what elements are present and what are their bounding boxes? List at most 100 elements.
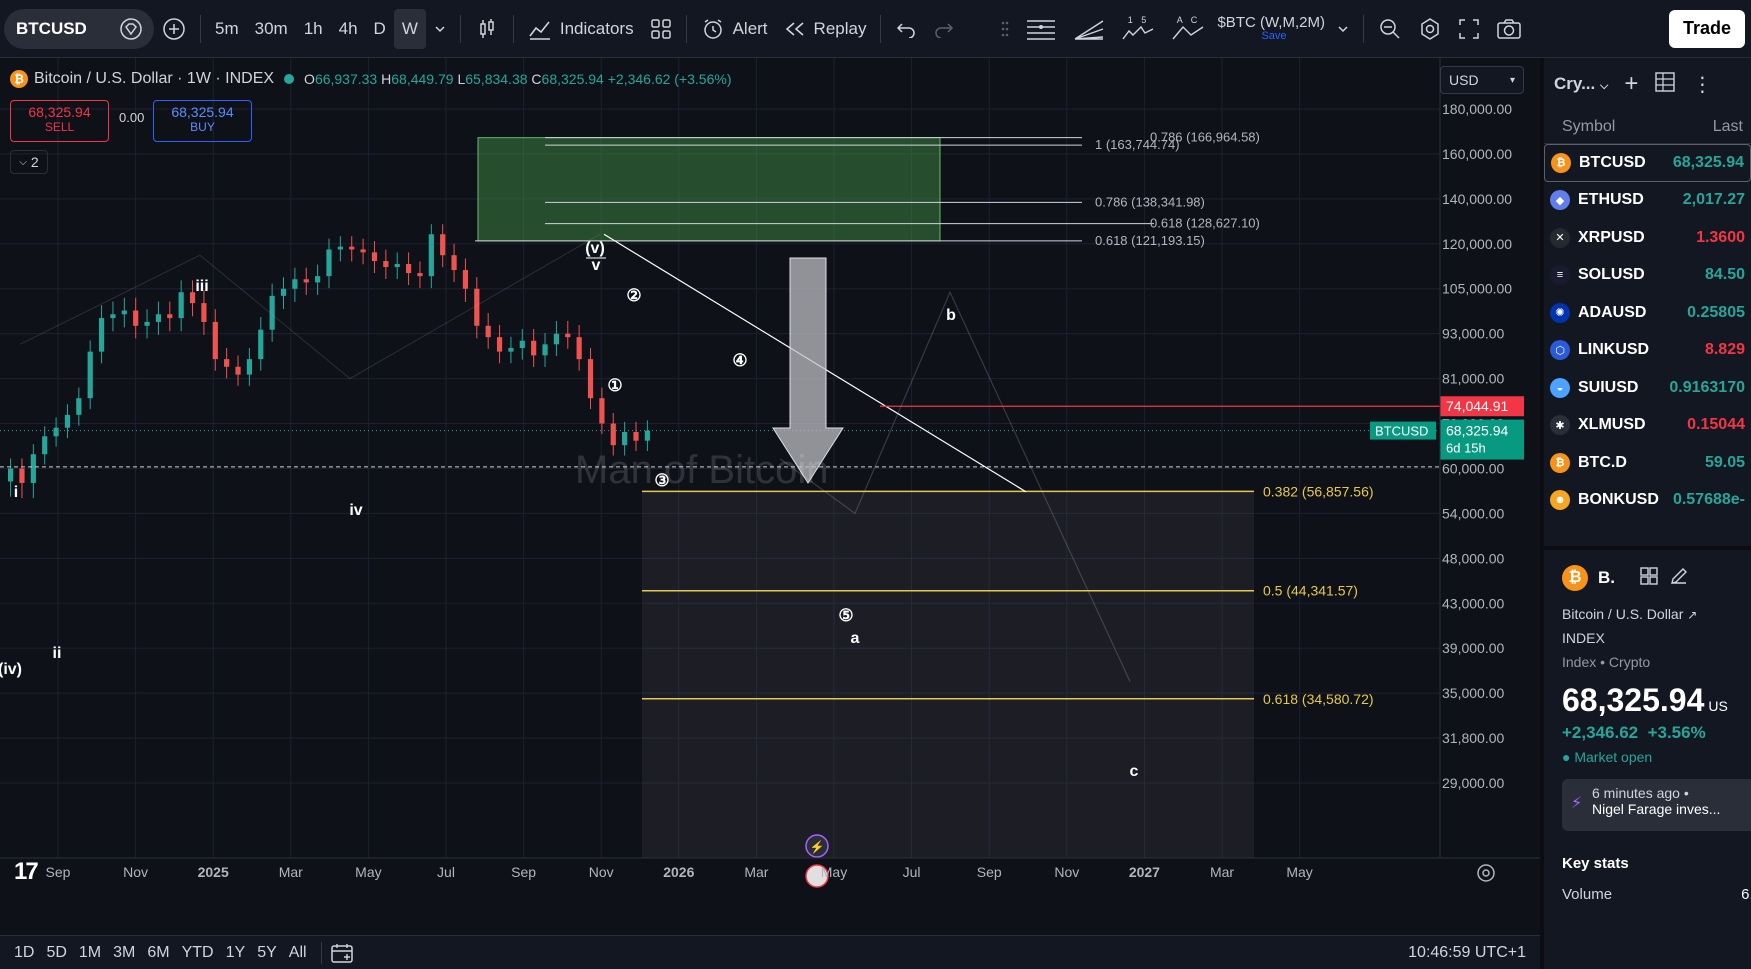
timeframe-5m[interactable]: 5m [207, 9, 247, 49]
candle-body[interactable] [155, 314, 162, 322]
candle-body[interactable] [53, 427, 59, 437]
horizontal-lines-icon[interactable] [1017, 9, 1065, 49]
candle-body[interactable] [326, 249, 332, 277]
redo-icon[interactable] [925, 9, 963, 49]
watchlist-row-solusd[interactable]: ≡ SOLUSD 84.50 [1544, 257, 1751, 295]
fib-retracement-zone[interactable] [642, 491, 1254, 858]
candle-body[interactable] [201, 303, 207, 322]
candle-body[interactable] [235, 366, 241, 375]
indicator-collapse-button[interactable]: ⌵ 2 [10, 150, 48, 174]
undo-icon[interactable] [887, 9, 925, 49]
compare-add-icon[interactable] [154, 9, 194, 49]
date-range-icon[interactable] [330, 942, 354, 964]
candle-body[interactable] [531, 340, 537, 356]
watchlist-row-btcusd[interactable]: ₿ BTCUSD 68,325.94 [1544, 144, 1751, 182]
timeframe-4h[interactable]: 4h [331, 9, 366, 49]
buy-button[interactable]: 68,325.94 BUY [153, 100, 252, 142]
range-all[interactable]: All [283, 944, 313, 962]
table-layout-icon[interactable] [1654, 71, 1676, 98]
candle-body[interactable] [212, 321, 218, 360]
candle-body[interactable] [337, 246, 343, 250]
watchlist-row-suiusd[interactable]: ◒ SUIUSD 0.9163170 [1544, 369, 1751, 407]
col-symbol[interactable]: Symbol [1562, 118, 1615, 136]
watchlist-row-btcd[interactable]: ₿ BTC.D 59.05 [1544, 444, 1751, 482]
more-menu-icon[interactable]: ⋮ [1692, 72, 1712, 97]
wave-history-path[interactable] [19, 233, 601, 380]
candle-body[interactable] [428, 234, 434, 277]
candle-body[interactable] [360, 249, 366, 253]
layout-save-button[interactable]: $BTC (W,M,2M) Save [1213, 9, 1329, 49]
candle-body[interactable] [30, 454, 36, 483]
add-symbol-icon[interactable]: + [1624, 70, 1638, 98]
candle-body[interactable] [587, 359, 594, 399]
candle-body[interactable] [315, 276, 321, 283]
candle-body[interactable] [383, 261, 389, 268]
watchlist-title[interactable]: Cry... ⌵ [1554, 74, 1608, 94]
price-chart[interactable]: 1 (163,744.74)0.786 (166,964.58)0.786 (1… [0, 58, 1540, 900]
range-1d[interactable]: 1D [8, 944, 40, 962]
settings-gear-icon[interactable] [1410, 9, 1450, 49]
candle-body[interactable] [19, 468, 25, 483]
candle-body[interactable] [42, 436, 48, 455]
external-link-icon[interactable]: ↗ [1687, 608, 1697, 622]
fib-fan-icon[interactable] [1065, 9, 1113, 49]
candle-body[interactable] [144, 321, 150, 326]
replay-button[interactable]: Replay [776, 9, 875, 49]
candle-body[interactable] [349, 246, 355, 250]
candle-body[interactable] [133, 310, 139, 326]
candle-body[interactable] [622, 431, 628, 446]
edit-icon[interactable] [1669, 566, 1689, 591]
candle-body[interactable] [565, 333, 571, 338]
candle-body[interactable] [371, 252, 378, 262]
range-1y[interactable]: 1Y [220, 944, 252, 962]
watchlist-row-bonkusd[interactable]: ☻ BONKUSD 0.57688e- [1544, 482, 1751, 520]
elliott-impulse-icon[interactable]: 1 5 [1113, 9, 1163, 49]
grid-icon[interactable] [1639, 566, 1659, 591]
candle-body[interactable] [496, 337, 503, 352]
candle-body[interactable] [64, 414, 71, 428]
candle-body[interactable] [303, 279, 309, 283]
clock-timezone[interactable]: 10:46:59 UTC+1 [1408, 944, 1526, 962]
watchlist-row-adausd[interactable]: ✺ ADAUSD 0.25805 [1544, 294, 1751, 332]
candle-body[interactable] [167, 314, 173, 319]
watchlist-row-xrpusd[interactable]: ✕ XRPUSD 1.3600 [1544, 219, 1751, 257]
range-1m[interactable]: 1M [73, 944, 107, 962]
camera-icon[interactable] [1488, 9, 1530, 49]
candle-body[interactable] [451, 255, 457, 271]
candle-body[interactable] [178, 292, 184, 319]
candle-body[interactable] [246, 359, 252, 375]
elliott-correction-icon[interactable]: A C [1163, 9, 1213, 49]
candle-body[interactable] [485, 325, 491, 338]
candle-body[interactable] [121, 310, 127, 315]
fib-target-zone[interactable] [477, 137, 941, 242]
alert-button[interactable]: Alert [693, 9, 776, 49]
currency-select[interactable]: USD ▾ [1440, 66, 1524, 94]
candle-body[interactable] [553, 333, 560, 345]
tradingview-logo[interactable]: 17 [14, 858, 39, 886]
axis-settings-gear-icon[interactable] [1477, 864, 1495, 882]
details-short-name[interactable]: B. [1598, 568, 1615, 588]
range-ytd[interactable]: YTD [176, 944, 220, 962]
layout-grid-icon[interactable] [642, 9, 680, 49]
col-last[interactable]: Last [1713, 118, 1743, 136]
fullscreen-icon[interactable] [1450, 9, 1488, 49]
sell-button[interactable]: 68,325.94 SELL [10, 100, 109, 142]
chart-pane[interactable]: 1 (163,744.74) 0.786 (166,964.58) 0.786 (1… [0, 58, 1540, 900]
candle-body[interactable] [417, 273, 423, 277]
candle-body[interactable] [610, 423, 616, 446]
candle-body[interactable] [292, 279, 298, 289]
quick-search-icon[interactable] [1370, 9, 1410, 49]
chart-title[interactable]: Bitcoin / U.S. Dollar · 1W · INDEX [34, 70, 274, 88]
timeframe-1h[interactable]: 1h [296, 9, 331, 49]
range-3m[interactable]: 3M [107, 944, 141, 962]
candle-body[interactable] [462, 270, 469, 289]
range-5d[interactable]: 5D [40, 944, 72, 962]
candle-body[interactable] [405, 264, 412, 274]
candle-body[interactable] [258, 329, 264, 360]
candle-body[interactable] [576, 337, 582, 360]
candle-body[interactable] [644, 430, 650, 441]
watchlist-row-xlmusd[interactable]: ✱ XLMUSD 0.15044 [1544, 407, 1751, 445]
watchlist-row-linkusd[interactable]: ⬡ LINKUSD 8.829 [1544, 332, 1751, 370]
chevron-down-icon[interactable] [426, 9, 454, 49]
candle-style-icon[interactable] [467, 9, 507, 49]
